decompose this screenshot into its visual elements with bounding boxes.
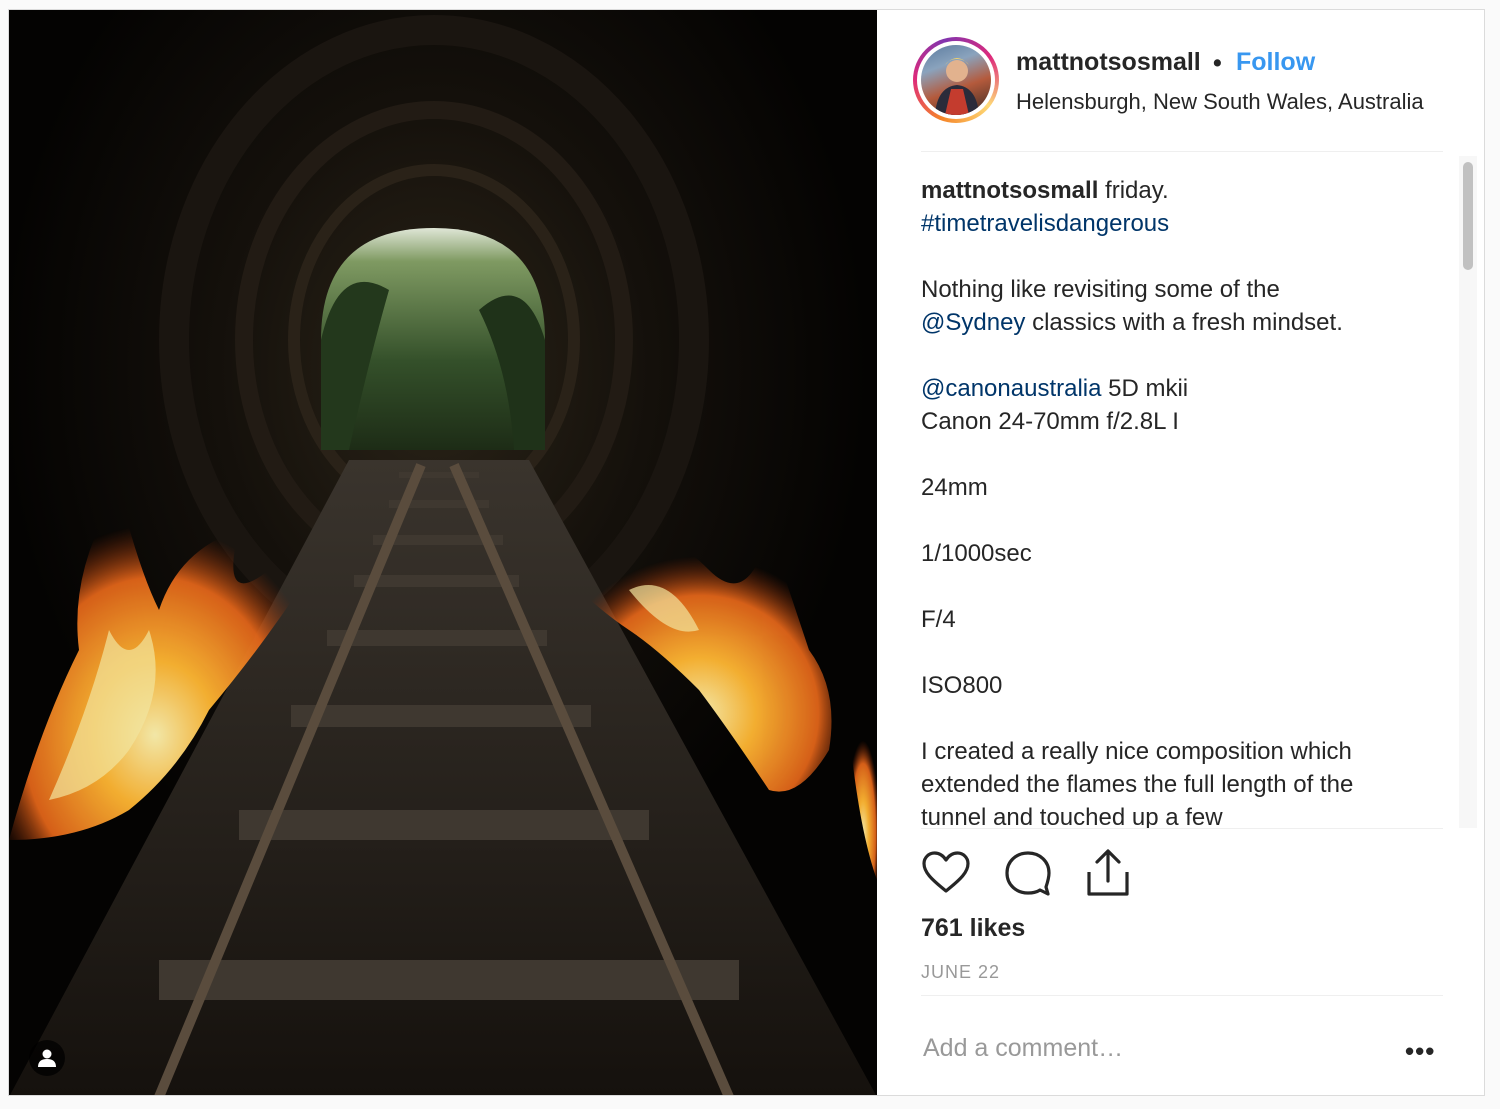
tunnel-flames-image xyxy=(9,10,877,1095)
caption-line: @Sydney classics with a fresh mindset. xyxy=(921,309,1343,336)
avatar[interactable] xyxy=(921,45,991,115)
comment-button[interactable] xyxy=(1003,848,1053,898)
likes-count[interactable]: 761 likes xyxy=(921,914,1025,943)
user-silhouette-icon xyxy=(38,1049,56,1067)
share-upload-icon xyxy=(1087,849,1129,896)
caption-line: Nothing like revisiting some of the xyxy=(921,276,1280,303)
post-photo[interactable] xyxy=(9,10,877,1095)
like-button[interactable] xyxy=(921,848,971,898)
caption-line: 24mm xyxy=(921,474,988,501)
mention-canon-link[interactable]: @canonaustralia xyxy=(921,375,1101,402)
instagram-post-modal: mattnotsosmall • Follow Helensburgh, New… xyxy=(8,9,1485,1096)
post-date[interactable]: JUNE 22 xyxy=(921,962,1000,983)
separator-dot: • xyxy=(1213,49,1222,77)
comment-input[interactable] xyxy=(923,1028,1343,1068)
caption-scrollbar[interactable] xyxy=(1459,156,1477,828)
more-options-button[interactable]: ••• xyxy=(1405,1036,1435,1067)
caption-line: 1/1000sec xyxy=(921,540,1032,567)
tagged-user-button[interactable] xyxy=(29,1040,65,1076)
story-ring[interactable] xyxy=(913,37,999,123)
caption-first-line: mattnotsosmall friday. xyxy=(921,177,1169,204)
caption-line: ISO800 xyxy=(921,672,1003,699)
comment-bubble-icon xyxy=(1005,851,1051,896)
comment-divider xyxy=(921,995,1443,996)
caption-line: @canonaustralia 5D mkii xyxy=(921,375,1189,402)
post-caption: mattnotsosmall friday. #timetravelisdang… xyxy=(921,174,1421,828)
heart-icon xyxy=(922,851,970,893)
avatar-image xyxy=(935,58,979,115)
caption-line: F/4 xyxy=(921,606,956,633)
hashtag-link[interactable]: #timetravelisdangerous xyxy=(921,210,1169,237)
post-location[interactable]: Helensburgh, New South Wales, Australia xyxy=(1016,89,1424,115)
mention-sydney-link[interactable]: @Sydney xyxy=(921,309,1025,336)
caption-line: tunnel and touched up a few xyxy=(921,804,1223,828)
caption-username[interactable]: mattnotsosmall xyxy=(921,177,1098,204)
caption-scroll-area[interactable]: mattnotsosmall friday. #timetravelisdang… xyxy=(921,152,1461,828)
post-author-username[interactable]: mattnotsosmall xyxy=(1016,48,1201,77)
share-button[interactable] xyxy=(1083,848,1133,898)
post-header: mattnotsosmall • Follow Helensburgh, New… xyxy=(877,10,1484,152)
caption-line: extended the flames the full length of t… xyxy=(921,771,1354,798)
scrollbar-thumb[interactable] xyxy=(1463,162,1473,270)
post-sidebar: mattnotsosmall • Follow Helensburgh, New… xyxy=(877,10,1484,1095)
follow-button[interactable]: Follow xyxy=(1236,48,1315,77)
caption-line: Canon 24-70mm f/2.8L I xyxy=(921,408,1179,435)
caption-line: I created a really nice composition whic… xyxy=(921,738,1352,765)
caption-divider xyxy=(921,828,1443,829)
